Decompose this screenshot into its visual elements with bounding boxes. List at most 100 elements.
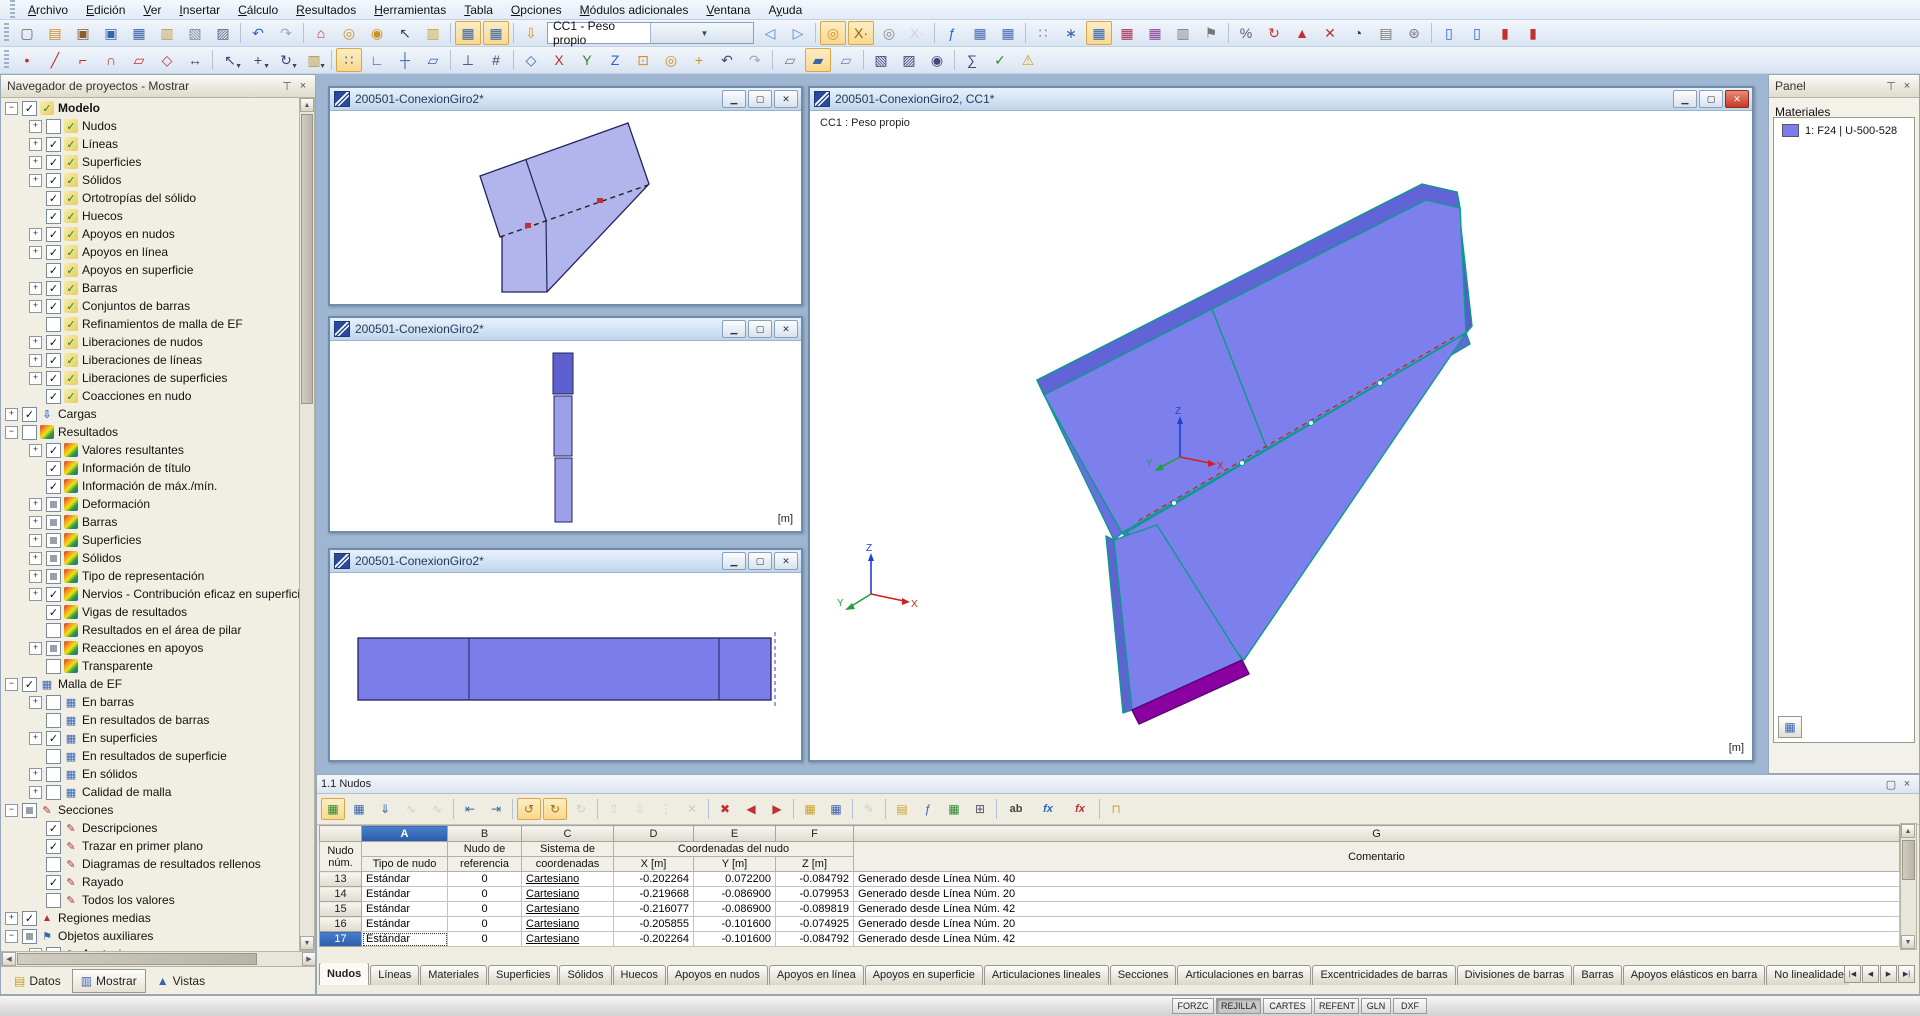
sync-views-icon[interactable]: ↻ bbox=[569, 798, 593, 820]
restore-icon[interactable]: ▢ bbox=[748, 320, 772, 338]
navigator-horizontal-scrollbar[interactable]: ◀ ▶ bbox=[1, 951, 317, 967]
delete-left-icon[interactable]: ◀ bbox=[739, 798, 763, 820]
cell-y[interactable]: -0.101600 bbox=[694, 917, 776, 932]
cell-node-type[interactable]: Estándar bbox=[362, 917, 448, 932]
table-tab-sólidos[interactable]: Sólidos bbox=[559, 965, 611, 985]
tree-item-nudos[interactable]: +✓Nudos bbox=[1, 117, 301, 135]
tree-checkbox[interactable]: ✓ bbox=[46, 371, 61, 386]
tree-item-tipo-de-representación[interactable]: +Tipo de representación bbox=[1, 567, 301, 585]
tree-checkbox[interactable]: ✓ bbox=[22, 101, 37, 116]
tree-item-modelo[interactable]: −✓✓Modelo bbox=[1, 99, 301, 117]
status-toggle-forzc[interactable]: FORZC bbox=[1172, 998, 1214, 1014]
table-tab-articulaciones-en-barras[interactable]: Articulaciones en barras bbox=[1177, 965, 1311, 985]
close-icon[interactable]: ✕ bbox=[774, 90, 798, 108]
cell-reference-node[interactable]: 0 bbox=[448, 887, 522, 902]
tree-checkbox[interactable]: ✓ bbox=[22, 911, 37, 926]
minimize-icon[interactable]: ▁ bbox=[722, 552, 746, 570]
tree-checkbox[interactable] bbox=[46, 893, 61, 908]
pick-in-graphic-icon[interactable]: ↺ bbox=[517, 798, 541, 820]
cell-reference-node[interactable]: 0 bbox=[448, 917, 522, 932]
tree-expander-icon[interactable]: + bbox=[29, 588, 42, 601]
table-tab-excentricidades-de-barras[interactable]: Excentricidades de barras bbox=[1312, 965, 1455, 985]
rotate-tool-icon[interactable]: ↻▼ bbox=[273, 48, 299, 72]
tree-checkbox[interactable]: ✓ bbox=[46, 155, 61, 170]
cell-z[interactable]: -0.079953 bbox=[776, 887, 854, 902]
tree-checkbox[interactable] bbox=[46, 569, 61, 584]
column-letter[interactable]: F bbox=[776, 826, 854, 842]
tree-checkbox[interactable]: ✓ bbox=[46, 461, 61, 476]
row-header[interactable]: 17 bbox=[320, 932, 362, 947]
tree-item-en-resultados-de-superficie[interactable]: ▦En resultados de superficie bbox=[1, 747, 301, 765]
work-plane-icon[interactable]: ▱ bbox=[420, 48, 446, 72]
notes-icon[interactable]: ▤ bbox=[890, 798, 914, 820]
clipboard-icon[interactable]: ▥ bbox=[154, 21, 180, 45]
dimension-tool-icon[interactable]: ↔ bbox=[182, 48, 208, 72]
calculator-icon[interactable]: ⊞ bbox=[968, 798, 992, 820]
select-cursor-icon[interactable]: ↖ bbox=[392, 21, 418, 45]
tree-checkbox[interactable] bbox=[22, 425, 37, 440]
cell-comment[interactable]: Generado desde Línea Núm. 20 bbox=[854, 917, 1900, 932]
tree-checkbox[interactable]: ✓ bbox=[46, 389, 61, 404]
minimize-icon[interactable]: ▁ bbox=[1673, 90, 1697, 108]
tree-checkbox[interactable] bbox=[46, 695, 61, 710]
tree-checkbox[interactable]: ✓ bbox=[46, 821, 61, 836]
tree-item-cargas[interactable]: +✓⇩Cargas bbox=[1, 405, 301, 423]
generator-icon[interactable]: ƒ bbox=[916, 798, 940, 820]
menu-herramientas[interactable]: Herramientas bbox=[365, 1, 455, 19]
mirror-model-icon[interactable]: ▲ bbox=[1289, 21, 1315, 45]
tree-item-en-barras[interactable]: +▦En barras bbox=[1, 693, 301, 711]
row-header[interactable]: 14 bbox=[320, 887, 362, 902]
new-polygon-icon[interactable]: ⌂ bbox=[308, 21, 334, 45]
cell-y[interactable]: -0.086900 bbox=[694, 887, 776, 902]
snap-ortho-icon[interactable]: ∟ bbox=[364, 48, 390, 72]
cell-y[interactable]: 0.072200 bbox=[694, 872, 776, 887]
tree-expander-icon[interactable]: − bbox=[5, 678, 18, 691]
tree-expander-icon[interactable]: + bbox=[29, 786, 42, 799]
print-icon[interactable]: ▨ bbox=[210, 21, 236, 45]
tree-item-barras[interactable]: +Barras bbox=[1, 513, 301, 531]
fe-mesh-refine-icon[interactable]: ▦ bbox=[1114, 21, 1140, 45]
tree-item-huecos[interactable]: ✓✓Huecos bbox=[1, 207, 301, 225]
menu-resultados[interactable]: Resultados bbox=[287, 1, 365, 19]
tree-checkbox[interactable]: ✓ bbox=[46, 299, 61, 314]
prev-tab-icon[interactable]: ◀ bbox=[1862, 965, 1879, 983]
cell-coordinate-system[interactable]: Cartesiano bbox=[522, 902, 614, 917]
display-wireframe-icon[interactable]: ▱ bbox=[777, 48, 803, 72]
draw-line-icon[interactable]: ╱ bbox=[42, 48, 68, 72]
prev-load-case-icon[interactable]: ◁ bbox=[757, 21, 783, 45]
cell-reference-node[interactable]: 0 bbox=[448, 872, 522, 887]
scroll-right-icon[interactable]: ▶ bbox=[302, 952, 316, 966]
visibility-1-icon[interactable]: ▧ bbox=[868, 48, 894, 72]
tree-checkbox[interactable]: ✓ bbox=[46, 731, 61, 746]
tree-checkbox[interactable]: ✓ bbox=[22, 407, 37, 422]
tree-checkbox[interactable]: ✓ bbox=[46, 227, 61, 242]
table-tab-secciones[interactable]: Secciones bbox=[1110, 965, 1177, 985]
column-letter[interactable]: B bbox=[448, 826, 522, 842]
tree-item-nervios-contribución-eficaz-en-superfici[interactable]: +✓Nervios - Contribución eficaz en super… bbox=[1, 585, 301, 603]
node-values-icon[interactable]: X· bbox=[848, 21, 874, 45]
first-tab-icon[interactable]: |◀ bbox=[1844, 965, 1861, 983]
quantities-icon[interactable]: ▤ bbox=[1373, 21, 1399, 45]
cell-x[interactable]: -0.219668 bbox=[614, 887, 694, 902]
viewport-top[interactable] bbox=[332, 112, 799, 302]
tree-checkbox[interactable]: ✓ bbox=[46, 479, 61, 494]
cell-comment[interactable]: Generado desde Línea Núm. 20 bbox=[854, 887, 1900, 902]
find-replace-icon[interactable]: ab bbox=[1001, 798, 1031, 820]
next-tab-icon[interactable]: ▶ bbox=[1880, 965, 1897, 983]
view-z-icon[interactable]: Z bbox=[602, 48, 628, 72]
view-y-icon[interactable]: Y bbox=[574, 48, 600, 72]
connect-lines-icon[interactable]: % bbox=[1233, 21, 1259, 45]
copy-object-icon[interactable]: ▥ bbox=[420, 21, 446, 45]
cell-z[interactable]: -0.084792 bbox=[776, 872, 854, 887]
table-tab-apoyos-en-superficie[interactable]: Apoyos en superficie bbox=[865, 965, 983, 985]
tree-checkbox[interactable]: ✓ bbox=[46, 605, 61, 620]
tree-expander-icon[interactable]: − bbox=[5, 102, 18, 115]
table-jump-down-icon[interactable]: ⇓ bbox=[373, 798, 397, 820]
tree-checkbox[interactable]: ✓ bbox=[46, 245, 61, 260]
cell-coordinate-system[interactable]: Cartesiano bbox=[522, 917, 614, 932]
navigator-vertical-scrollbar[interactable]: ▲ ▼ bbox=[299, 97, 315, 951]
tree-item-transparente[interactable]: Transparente bbox=[1, 657, 301, 675]
draw-solid-icon[interactable]: ◇ bbox=[154, 48, 180, 72]
tree-expander-icon[interactable]: + bbox=[29, 768, 42, 781]
tree-item-objetos-auxiliares[interactable]: −⚑Objetos auxiliares bbox=[1, 927, 301, 945]
